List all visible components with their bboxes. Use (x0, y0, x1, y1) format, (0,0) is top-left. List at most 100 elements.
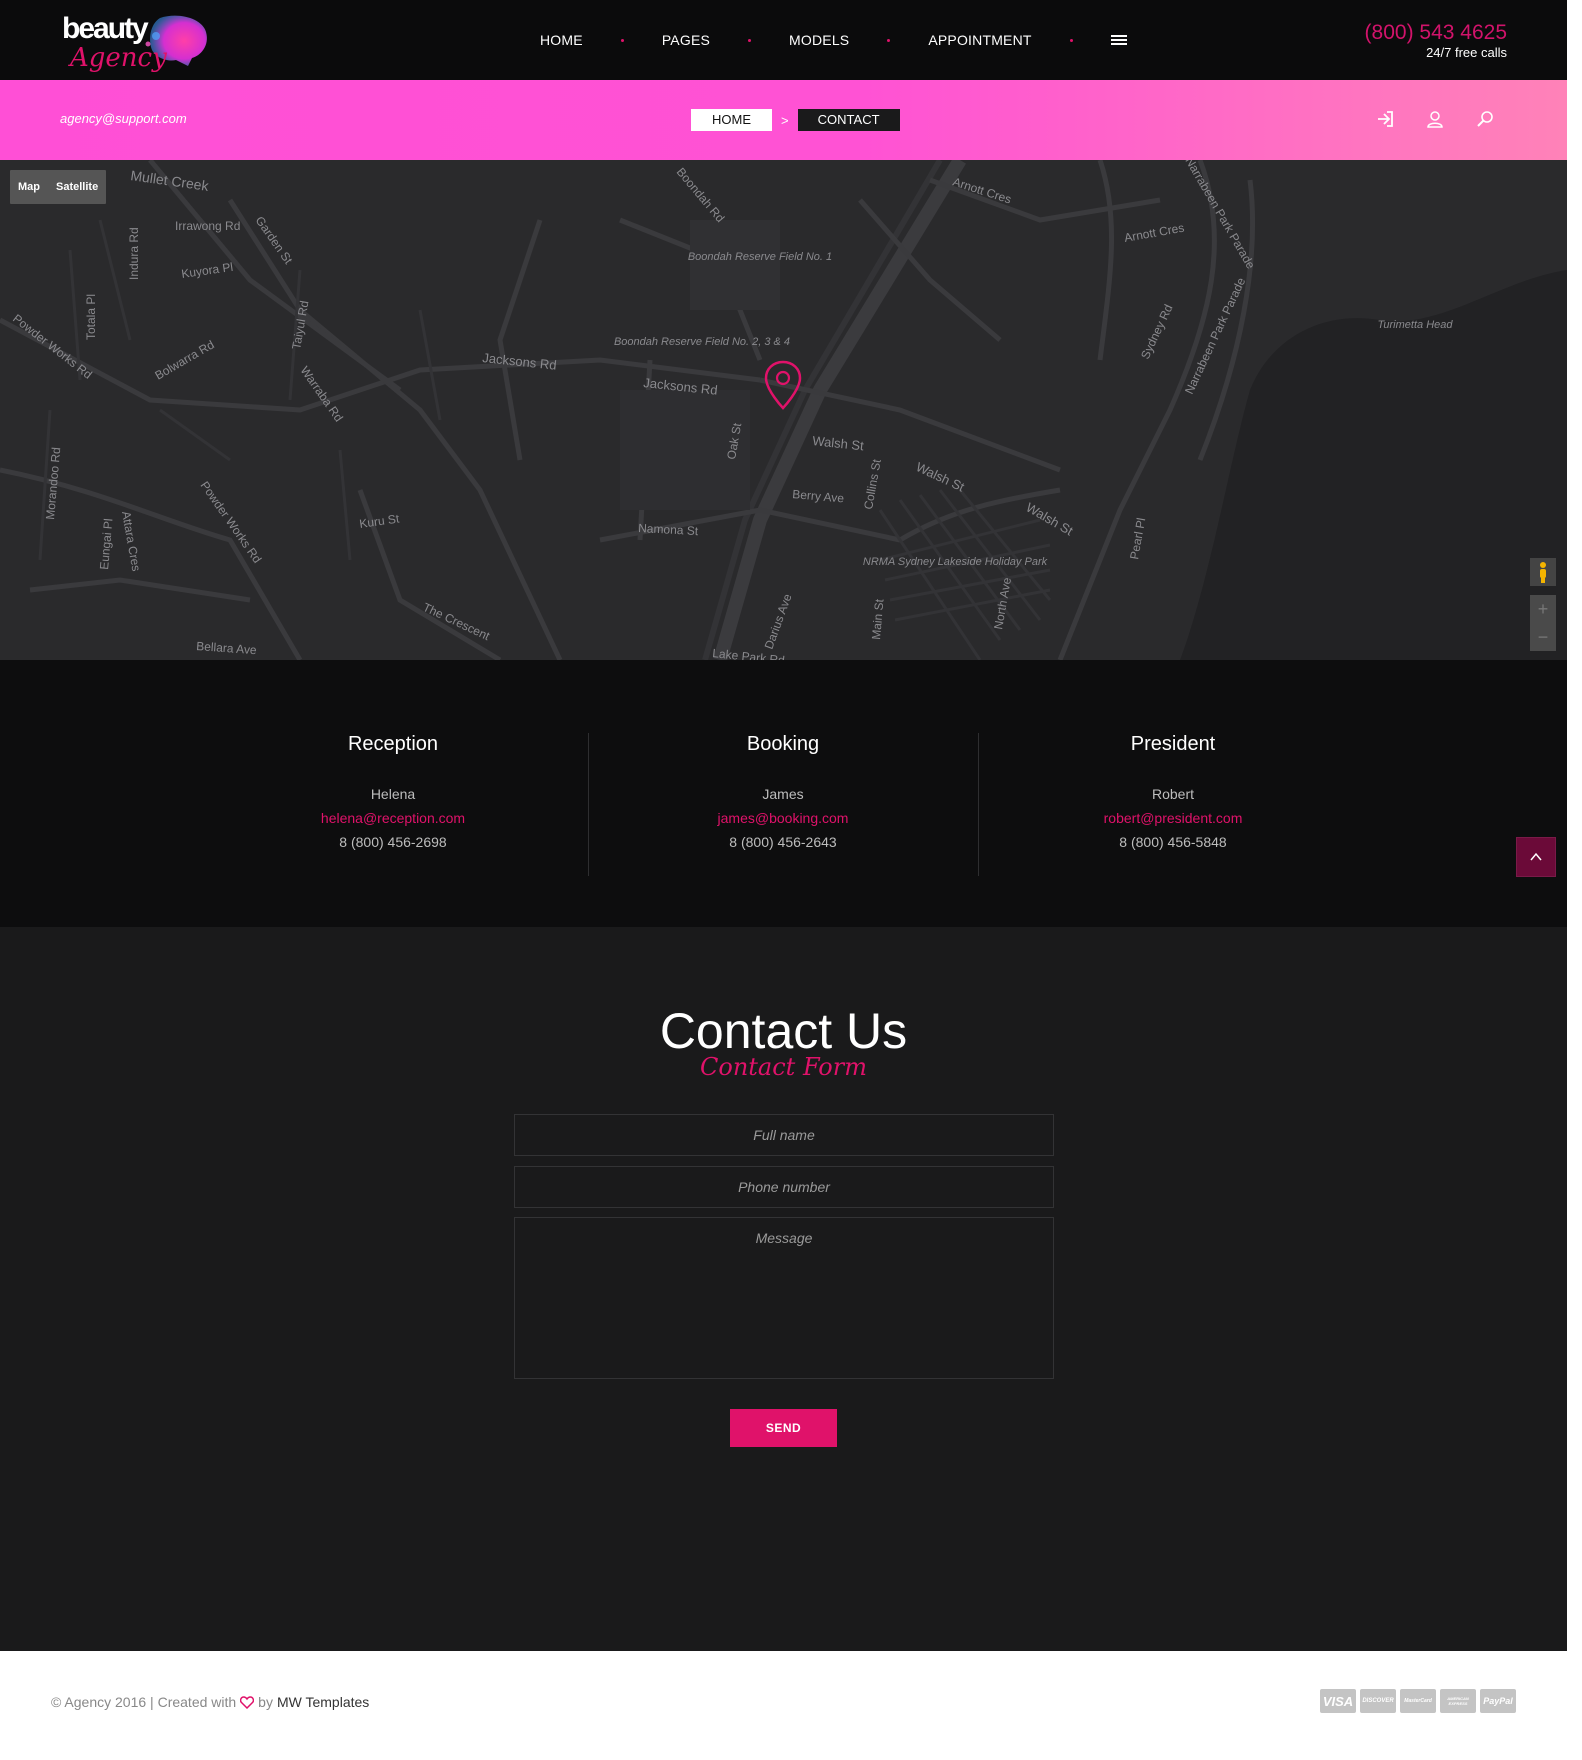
map-label: Totala Pl (84, 294, 98, 340)
amex-card-icon: AMERICAN EXPRESS (1440, 1689, 1476, 1713)
map-pin-icon[interactable] (763, 360, 803, 412)
chevron-up-icon (1530, 852, 1542, 861)
nav-appointment[interactable]: APPOINTMENT (928, 32, 1031, 48)
map-label: Jacksons Rd (482, 350, 558, 373)
discover-card-icon: DISCOVER (1360, 1689, 1396, 1713)
contact-email[interactable]: robert@president.com (978, 806, 1368, 830)
logo-script: Agency (68, 43, 167, 73)
contact-title: Booking (746, 733, 820, 755)
nav-separator-dot (887, 38, 891, 42)
contacts-section: Reception Helena helena@reception.com 8 … (0, 660, 1567, 927)
zoom-in-icon[interactable]: + (1530, 595, 1556, 623)
paypal-card-icon: PayPal (1480, 1689, 1516, 1713)
send-button[interactable]: SEND (730, 1409, 837, 1447)
logo-wordmark: beauty (62, 12, 149, 45)
contact-name: James (762, 786, 804, 802)
map-label: Walsh St (812, 433, 865, 453)
map-label: Pearl Pl (1127, 517, 1148, 561)
heart-icon (240, 1695, 255, 1709)
map-type-satellite[interactable]: Satellite (48, 181, 106, 193)
fullname-input[interactable] (514, 1114, 1054, 1156)
phone-input[interactable] (514, 1166, 1054, 1208)
map-label: Kuyora Pl (180, 260, 233, 281)
pegman-icon[interactable] (1530, 558, 1556, 586)
map-label: Sydney Rd (1138, 302, 1175, 361)
map-label: North Ave (991, 576, 1014, 630)
map-label: Kuru St (358, 511, 400, 531)
payment-cards: VISA DISCOVER MasterCard AMERICAN EXPRES… (1320, 1689, 1516, 1713)
map-label: Bolwarra Rd (153, 337, 217, 382)
contact-card-booking: Booking James james@booking.com 8 (800) … (588, 733, 978, 854)
phone-number[interactable]: (800) 543 4625 (1365, 22, 1507, 44)
map-label: Indura Rd (127, 227, 141, 280)
user-icon[interactable] (1425, 109, 1445, 129)
site-header: beauty Agency HOME PAGES MODELS APPOINTM… (0, 0, 1567, 80)
map-label: Irrawong Rd (175, 219, 240, 233)
map-label: Walsh St (1024, 500, 1076, 539)
contact-email[interactable]: james@booking.com (588, 806, 978, 830)
nav-separator-dot (1069, 38, 1073, 42)
map-label: Walsh St (914, 459, 967, 495)
breadcrumb-separator: > (781, 112, 789, 128)
map-label: Powder Works Rd (10, 311, 95, 381)
map-label: Eungai Pl (97, 518, 115, 570)
page-scrollbar[interactable] (1567, 0, 1582, 1760)
breadcrumb-bar: agency@support.com HOME > CONTACT (0, 80, 1567, 160)
map-label: Collins St (861, 458, 884, 511)
map-label: Boondah Reserve Field No. 1 (688, 251, 832, 263)
map-label: NRMA Sydney Lakeside Holiday Park (863, 556, 1048, 568)
map-label: Narrabeen Park Parade (1182, 160, 1258, 272)
site-logo[interactable]: beauty Agency (60, 10, 210, 74)
location-map[interactable]: Mullet Creek Irrawong Rd Garden St Kuyor… (0, 160, 1567, 660)
footer-copyright: © Agency 2016 | Created with (51, 1694, 237, 1710)
visa-card-icon: VISA (1320, 1689, 1356, 1713)
contact-phone: 8 (800) 456-2643 (729, 834, 837, 850)
site-footer: © Agency 2016 | Created with by MW Templ… (0, 1651, 1567, 1760)
contact-card-president: President Robert robert@president.com 8 … (978, 733, 1368, 854)
contact-title: Reception (347, 733, 439, 755)
map-label: Warraba Rd (298, 364, 346, 425)
main-nav: HOME PAGES MODELS APPOINTMENT (540, 28, 1127, 52)
breadcrumb: HOME > CONTACT (691, 109, 900, 131)
nav-separator-dot (748, 38, 752, 42)
map-label: Bellara Ave (196, 639, 258, 657)
breadcrumb-home[interactable]: HOME (691, 109, 772, 131)
page: beauty Agency HOME PAGES MODELS APPOINTM… (0, 0, 1567, 1760)
footer-brand-link[interactable]: MW Templates (277, 1694, 369, 1710)
map-label: Boondah Rd (674, 165, 728, 225)
login-icon[interactable] (1375, 109, 1395, 129)
map-zoom-control: + − (1530, 595, 1556, 651)
map-label: Arnott Cres (1123, 221, 1185, 245)
nav-models[interactable]: MODELS (789, 32, 849, 48)
form-subtitle: Contact Form (700, 1053, 867, 1081)
map-label: Mullet Creek (130, 167, 211, 194)
contact-email[interactable]: helena@reception.com (198, 806, 588, 830)
map-label: Main St (869, 598, 887, 640)
map-label: Attara Cres (119, 510, 143, 572)
contact-name: Robert (1151, 786, 1195, 802)
support-email[interactable]: agency@support.com (60, 111, 187, 126)
zoom-out-icon[interactable]: − (1530, 623, 1556, 651)
map-type-map[interactable]: Map (10, 181, 48, 193)
nav-separator-dot (620, 38, 624, 42)
header-phone: (800) 543 4625 24/7 free calls (1365, 22, 1507, 61)
map-label: Namona St (638, 521, 699, 538)
contact-name: Helena (370, 786, 416, 802)
footer-by: by (258, 1694, 273, 1710)
nav-pages[interactable]: PAGES (662, 32, 710, 48)
contact-card-reception: Reception Helena helena@reception.com 8 … (198, 733, 588, 854)
search-icon[interactable] (1475, 109, 1495, 129)
header-tools (1375, 109, 1495, 129)
menu-icon[interactable] (1110, 33, 1127, 47)
mastercard-icon: MasterCard (1400, 1689, 1436, 1713)
map-label: Arnott Cres (951, 175, 1013, 207)
map-label: Boondah Reserve Field No. 2, 3 & 4 (614, 336, 790, 348)
map-label: Berry Ave (792, 487, 845, 505)
contact-form-section: Contact Us Contact Form SEND (0, 927, 1567, 1651)
nav-home[interactable]: HOME (540, 32, 583, 48)
phone-subtitle: 24/7 free calls (1426, 45, 1507, 60)
map-type-toggle: Map Satellite (10, 170, 107, 204)
message-textarea[interactable] (514, 1217, 1054, 1379)
breadcrumb-current: CONTACT (797, 109, 900, 131)
back-to-top-button[interactable] (1516, 837, 1556, 877)
